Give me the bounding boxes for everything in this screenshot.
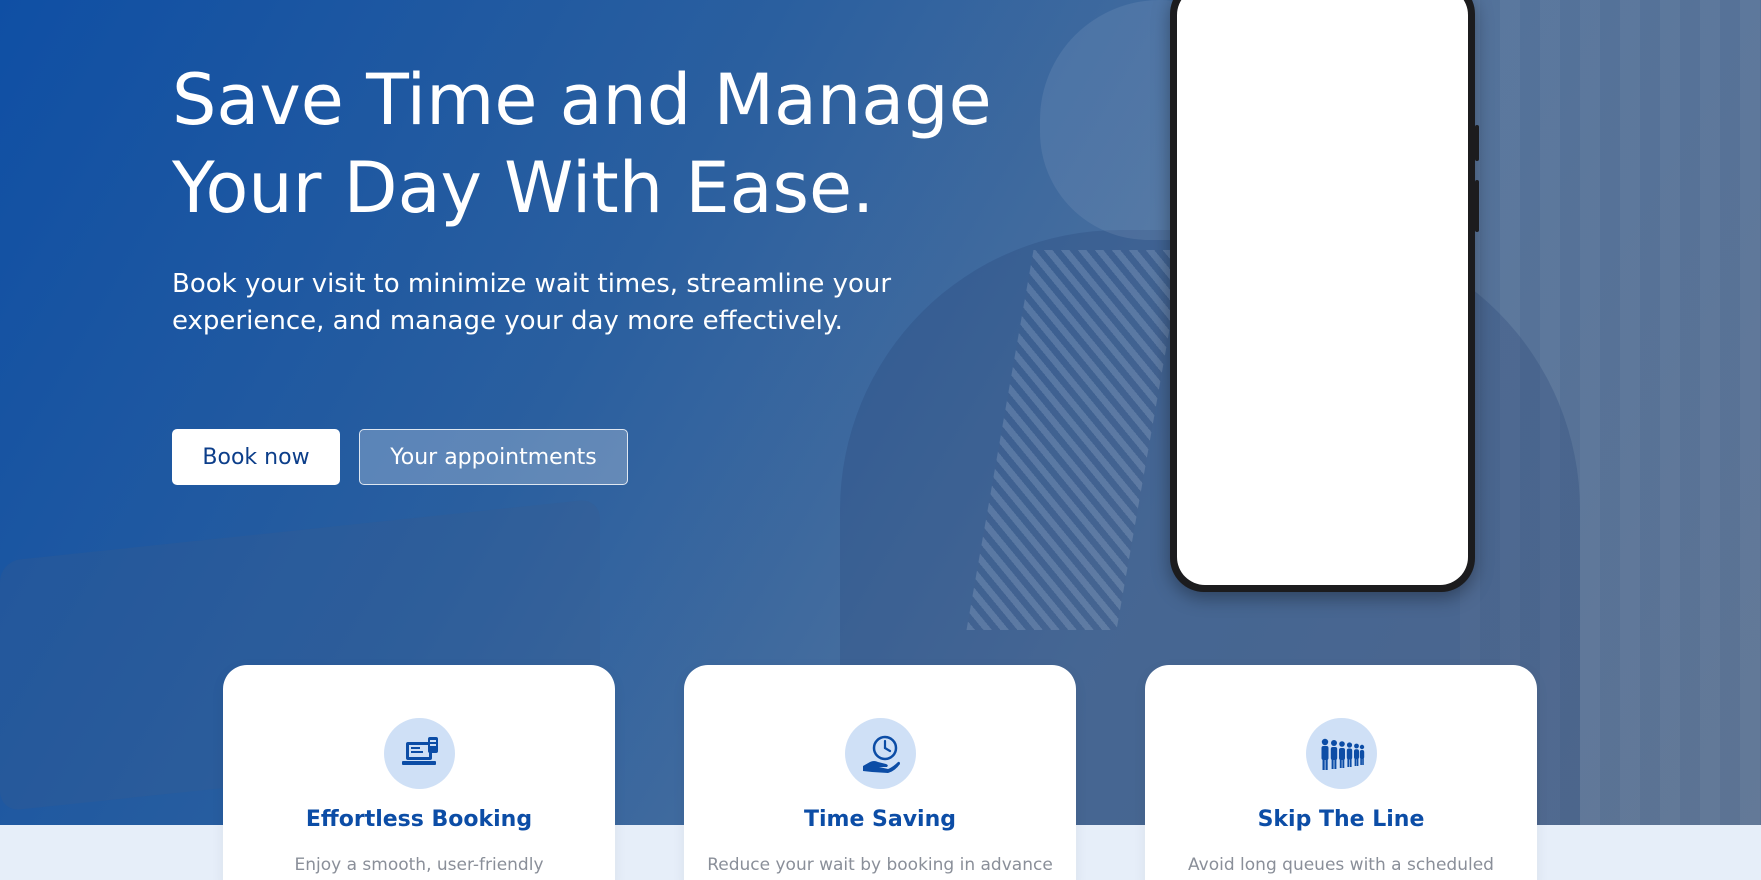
phone-mockup <box>1170 0 1479 592</box>
feature-description: Avoid long queues with a scheduled <box>1188 855 1494 875</box>
your-appointments-button[interactable]: Your appointments <box>359 429 628 485</box>
phone-side-button <box>1475 180 1479 232</box>
hero-title: Save Time and Manage Your Day With Ease. <box>172 59 992 229</box>
feature-title: Time Saving <box>803 807 957 832</box>
book-now-button[interactable]: Book now <box>172 429 340 485</box>
phone-screen <box>1177 0 1468 585</box>
feature-card-skip-line: Skip The Line Avoid long queues with a s… <box>1145 665 1537 880</box>
feature-title: Effortless Booking <box>305 807 533 832</box>
phone-side-button <box>1475 125 1479 161</box>
feature-description: Enjoy a smooth, user-friendly <box>294 855 544 875</box>
feature-title: Skip The Line <box>1257 807 1425 832</box>
feature-card-booking: Effortless Booking Enjoy a smooth, user-… <box>223 665 615 880</box>
queue-people-icon <box>1306 718 1377 789</box>
clock-hand-icon <box>845 718 916 789</box>
feature-card-time-saving: Time Saving Reduce your wait by booking … <box>684 665 1076 880</box>
feature-description: Reduce your wait by booking in advance <box>707 855 1053 875</box>
booking-laptop-icon <box>384 718 455 789</box>
hero-subtitle: Book your visit to minimize wait times, … <box>172 269 892 336</box>
